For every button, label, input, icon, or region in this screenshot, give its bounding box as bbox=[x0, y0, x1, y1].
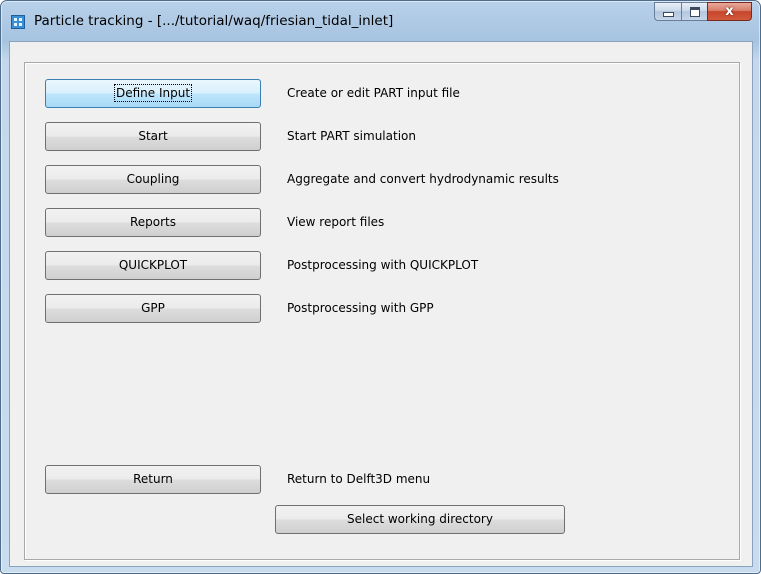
minimize-icon bbox=[662, 12, 674, 17]
minimize-button[interactable] bbox=[654, 2, 681, 21]
start-button[interactable]: Start bbox=[45, 122, 261, 151]
define-input-label: Define Input bbox=[113, 84, 193, 102]
caption-buttons: x bbox=[654, 2, 752, 22]
client-area: Define Input Create or edit PART input f… bbox=[9, 41, 753, 567]
start-description: Start PART simulation bbox=[287, 129, 416, 143]
maximize-button[interactable] bbox=[681, 2, 707, 21]
coupling-description: Aggregate and convert hydrodynamic resul… bbox=[287, 172, 559, 186]
gpp-description: Postprocessing with GPP bbox=[287, 301, 434, 315]
gpp-button[interactable]: GPP bbox=[45, 294, 261, 323]
reports-button[interactable]: Reports bbox=[45, 208, 261, 237]
quickplot-button[interactable]: QUICKPLOT bbox=[45, 251, 261, 280]
menu-group: Define Input Create or edit PART input f… bbox=[24, 62, 740, 560]
title-bar[interactable]: Particle tracking - [.../tutorial/waq/fr… bbox=[1, 1, 760, 41]
quickplot-description: Postprocessing with QUICKPLOT bbox=[287, 258, 479, 272]
reports-description: View report files bbox=[287, 215, 385, 229]
define-input-description: Create or edit PART input file bbox=[287, 86, 460, 100]
app-grid-icon[interactable] bbox=[11, 15, 25, 29]
define-input-button[interactable]: Define Input bbox=[45, 79, 261, 108]
return-description: Return to Delft3D menu bbox=[287, 472, 431, 486]
window-title: Particle tracking - [.../tutorial/waq/fr… bbox=[34, 13, 394, 29]
maximize-icon bbox=[689, 6, 700, 17]
coupling-button[interactable]: Coupling bbox=[45, 165, 261, 194]
close-button[interactable]: x bbox=[707, 2, 752, 21]
app-window: Particle tracking - [.../tutorial/waq/fr… bbox=[0, 0, 761, 574]
select-working-directory-button[interactable]: Select working directory bbox=[275, 505, 565, 534]
close-icon: x bbox=[725, 4, 734, 19]
return-button[interactable]: Return bbox=[45, 465, 261, 494]
